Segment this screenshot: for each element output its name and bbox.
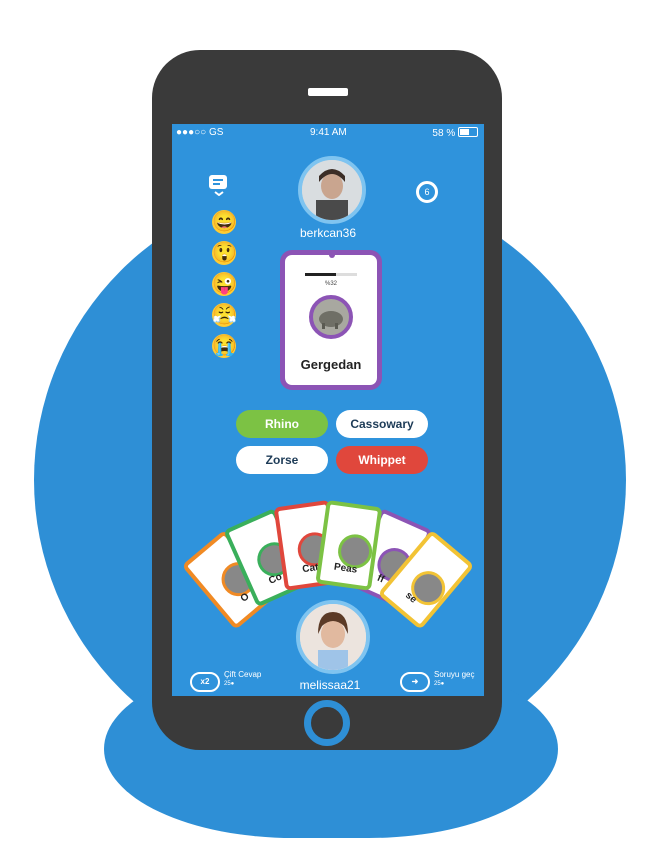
chat-icon[interactable]: [208, 174, 230, 196]
player-username: melissaa21: [299, 678, 361, 692]
emoji-surprised-icon[interactable]: 😲: [212, 241, 237, 265]
skip-question-button[interactable]: ➜: [400, 672, 430, 692]
timer-value: 6: [424, 187, 430, 197]
question-time-label: %32: [324, 281, 337, 287]
emoji-crying-icon[interactable]: 😭: [212, 334, 237, 358]
game-screen: ●●●○○ GS 9:41 AM 58 % 😄 😲 😜 😤 😭 berkcan3…: [172, 124, 484, 696]
skip-question-title: Soruyu geç: [434, 670, 475, 679]
opponent-username: berkcan36: [299, 226, 357, 240]
player-portrait-icon: [300, 604, 366, 670]
status-bar: ●●●○○ GS 9:41 AM 58 %: [172, 124, 484, 140]
double-answer-cost: 25●: [224, 681, 235, 687]
emoji-angry-icon[interactable]: 😤: [212, 303, 237, 327]
question-word: Gergedan: [300, 357, 362, 372]
clock-label: 9:41 AM: [310, 127, 347, 138]
carrier-label: ●●●○○ GS: [176, 127, 224, 138]
battery-icon: [458, 127, 478, 137]
answer-button-4[interactable]: Whippet: [336, 446, 428, 474]
card-dot: [329, 252, 335, 258]
rhino-picture-icon: [309, 295, 353, 339]
answer-button-3[interactable]: Zorse: [236, 446, 328, 474]
skip-question-cost: 25●: [434, 681, 445, 687]
answer-button-1[interactable]: Rhino: [236, 410, 328, 438]
opponent-portrait-icon: [302, 160, 362, 220]
battery-indicator: 58 %: [432, 127, 478, 139]
phone-speaker: [308, 88, 348, 96]
phone-frame: ●●●○○ GS 9:41 AM 58 % 😄 😲 😜 😤 😭 berkcan3…: [152, 50, 502, 750]
answer-button-2[interactable]: Cassowary: [336, 410, 428, 438]
home-button[interactable]: [304, 700, 350, 746]
emoji-laugh-icon[interactable]: 😄: [212, 210, 237, 234]
question-progress-bar: [305, 273, 357, 276]
double-answer-title: Çift Cevap: [224, 670, 262, 679]
timer-indicator: 6: [416, 181, 438, 203]
battery-label: 58 %: [432, 128, 456, 139]
question-card: %32 Gergedan: [280, 250, 382, 390]
double-answer-button[interactable]: x2: [190, 672, 220, 692]
emoji-tongue-icon[interactable]: 😜: [212, 272, 237, 296]
opponent-avatar: [298, 156, 366, 224]
player-avatar: [296, 600, 370, 674]
